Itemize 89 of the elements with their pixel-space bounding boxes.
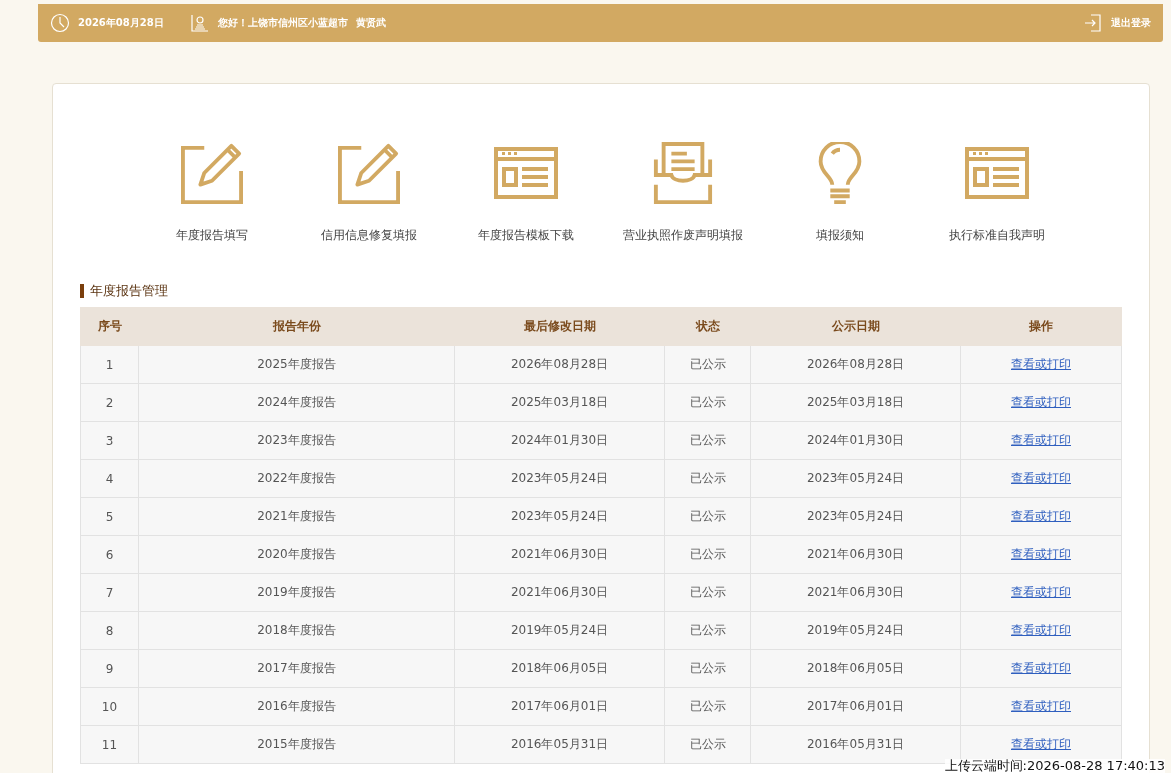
table-cell: 2026年08月28日 (806, 357, 905, 371)
table-cell: 已公示 (689, 509, 726, 523)
view-print-link[interactable]: 查看或打印 (1011, 509, 1071, 523)
table-cell: 2017年06月01日 (806, 699, 905, 713)
greeting-text: 您好！上饶市信州区小蓝超市 (217, 16, 348, 30)
table-cell: 已公示 (689, 433, 726, 447)
section-marker (80, 284, 84, 298)
table-cell: 2021年度报告 (257, 509, 336, 523)
user-name: 黄贤武 (355, 16, 386, 30)
table-cell: 2019年度报告 (257, 585, 336, 599)
view-print-link[interactable]: 查看或打印 (1011, 699, 1071, 713)
table-cell: 2021年06月30日 (510, 547, 609, 561)
column-header: 操作 (960, 307, 1122, 346)
table-cell: 已公示 (689, 737, 726, 751)
table-cell: 已公示 (689, 661, 726, 675)
table-cell: 2017年度报告 (257, 661, 336, 675)
shortcut-link[interactable]: 信用信息修复填报 (290, 142, 447, 244)
logout-icon (1083, 13, 1103, 33)
table-cell: 6 (105, 547, 114, 562)
table-cell: 2018年06月05日 (510, 661, 609, 675)
table-cell: 2019年05月24日 (806, 623, 905, 637)
table-cell: 2023年05月24日 (806, 471, 905, 485)
view-print-link[interactable]: 查看或打印 (1011, 547, 1071, 561)
shortcut-link[interactable]: 年度报告填写 (133, 142, 290, 244)
table-cell: 3 (105, 433, 114, 448)
table-cell: 已公示 (689, 471, 726, 485)
table-cell: 2023年05月24日 (510, 509, 609, 523)
table-cell: 2018年06月05日 (806, 661, 905, 675)
table-cell: 已公示 (689, 623, 726, 637)
pencil-box-icon (179, 142, 244, 204)
view-print-link[interactable]: 查看或打印 (1011, 357, 1071, 371)
section-title: 年度报告管理 (90, 282, 168, 300)
current-date: 2026年08月28日 (78, 16, 164, 30)
column-header: 状态 (664, 307, 751, 346)
view-print-link[interactable]: 查看或打印 (1011, 433, 1071, 447)
table-cell: 2025年03月18日 (806, 395, 905, 409)
table-cell: 2023年05月24日 (510, 471, 609, 485)
shortcut-link[interactable]: 年度报告模板下载 (447, 142, 604, 244)
table-cell: 10 (101, 699, 118, 714)
table-cell: 11 (101, 737, 118, 752)
view-print-link[interactable]: 查看或打印 (1011, 395, 1071, 409)
table-cell: 已公示 (689, 699, 726, 713)
pencil-box-icon (336, 142, 401, 204)
table-cell: 2026年08月28日 (510, 357, 609, 371)
table-cell: 2018年度报告 (257, 623, 336, 637)
table-cell: 2023年05月24日 (806, 509, 905, 523)
table-cell: 2024年01月30日 (510, 433, 609, 447)
shortcut-link[interactable]: 执行标准自我声明 (918, 142, 1075, 244)
table-cell: 5 (105, 509, 114, 524)
table-cell: 7 (105, 585, 114, 600)
table-cell: 2020年度报告 (257, 547, 336, 561)
view-print-link[interactable]: 查看或打印 (1011, 471, 1071, 485)
table-cell: 2021年06月30日 (806, 547, 905, 561)
table-cell: 已公示 (689, 395, 726, 409)
table-cell: 2016年05月31日 (510, 737, 609, 751)
table-cell: 1 (105, 357, 114, 372)
table-cell: 4 (105, 471, 114, 486)
column-header: 公示日期 (750, 307, 961, 346)
column-header: 最后修改日期 (454, 307, 665, 346)
table-cell: 已公示 (689, 547, 726, 561)
table-cell: 2025年度报告 (257, 357, 336, 371)
table-cell: 2025年03月18日 (510, 395, 609, 409)
view-print-link[interactable]: 查看或打印 (1011, 737, 1071, 751)
clock-icon (50, 13, 70, 33)
table-cell: 8 (105, 623, 114, 638)
view-print-link[interactable]: 查看或打印 (1011, 585, 1071, 599)
table-cell: 2017年06月01日 (510, 699, 609, 713)
table-cell: 2016年05月31日 (806, 737, 905, 751)
table-cell: 2024年度报告 (257, 395, 336, 409)
table-cell: 2022年度报告 (257, 471, 336, 485)
column-header: 报告年份 (138, 307, 455, 346)
table-cell: 2 (105, 395, 114, 410)
table-cell: 已公示 (689, 357, 726, 371)
table-cell: 2021年06月30日 (510, 585, 609, 599)
table-cell: 2023年度报告 (257, 433, 336, 447)
view-print-link[interactable]: 查看或打印 (1011, 661, 1071, 675)
shortcut-link[interactable]: 填报须知 (761, 142, 918, 244)
table-cell: 已公示 (689, 585, 726, 599)
user-icon (189, 13, 210, 33)
shortcut-link[interactable]: 营业执照作废声明填报 (604, 142, 761, 244)
view-print-link[interactable]: 查看或打印 (1011, 623, 1071, 637)
table-cell: 2016年度报告 (257, 699, 336, 713)
table-cell: 2024年01月30日 (806, 433, 905, 447)
table-cell: 9 (105, 661, 114, 676)
table-cell: 2021年06月30日 (806, 585, 905, 599)
table-cell: 2019年05月24日 (510, 623, 609, 637)
upload-timestamp: 上传云端时间:2026-08-28 17:40:13 (944, 759, 1165, 773)
table-cell: 2015年度报告 (257, 737, 336, 751)
column-header: 序号 (80, 307, 139, 346)
